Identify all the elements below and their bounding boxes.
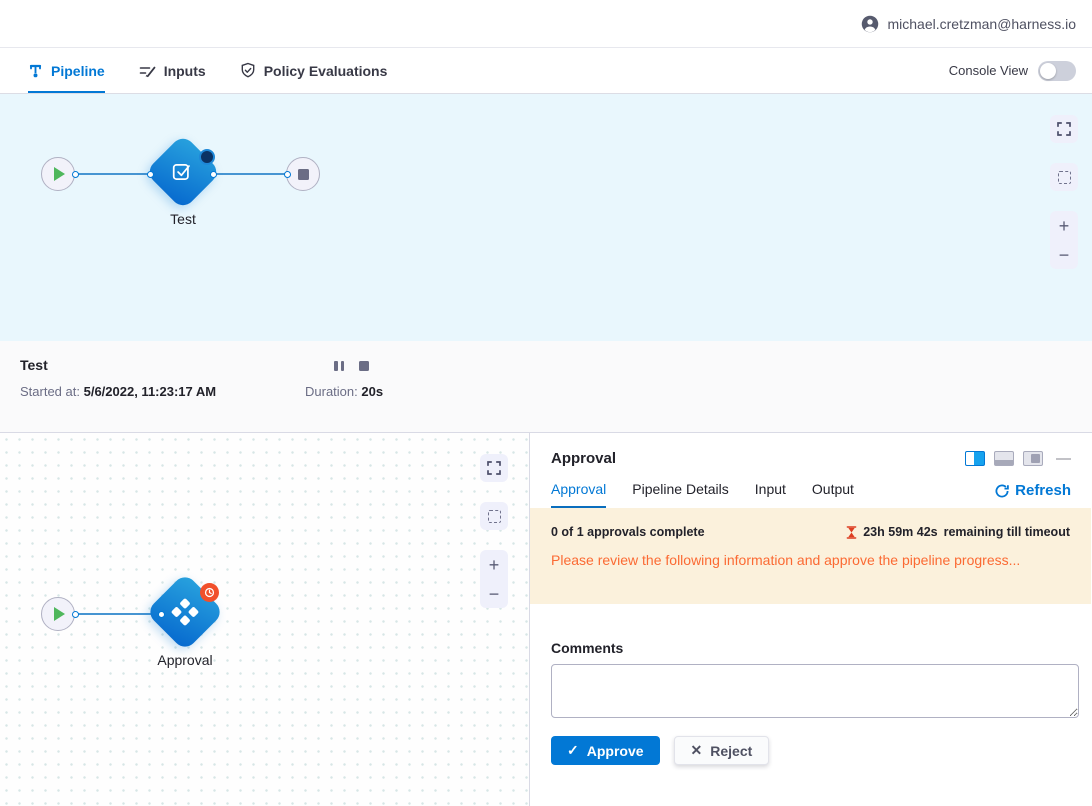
main-tab-bar: Pipeline Inputs Policy Evaluations: [0, 48, 1092, 94]
zoom-out-button[interactable]: −: [1050, 240, 1078, 269]
edge-connector-dot: [72, 171, 79, 178]
started-at: Started at: 5/6/2022, 11:23:17 AM: [20, 384, 216, 399]
zoom-in-button[interactable]: +: [480, 550, 508, 579]
reject-label: Reject: [710, 743, 752, 759]
play-icon: [54, 607, 65, 621]
stage-status-badge: [199, 149, 215, 165]
play-icon: [54, 167, 65, 181]
refresh-button[interactable]: Refresh: [995, 482, 1071, 508]
selection-icon: [488, 510, 501, 523]
pause-button[interactable]: [334, 361, 344, 371]
tab-policy-label: Policy Evaluations: [264, 63, 388, 79]
panel-tab-output[interactable]: Output: [812, 481, 854, 508]
layout-split-view-icon[interactable]: [965, 451, 985, 466]
edge-connector-dot: [210, 171, 217, 178]
timeout-text: remaining till timeout: [944, 525, 1070, 539]
user-menu[interactable]: michael.cretzman@harness.io: [861, 15, 1076, 33]
toggle-knob: [1040, 63, 1056, 79]
step-node-label: Approval: [145, 652, 225, 668]
reject-button[interactable]: ✕ Reject: [674, 736, 770, 765]
pipeline-start-node[interactable]: [41, 157, 75, 191]
stage-graph-canvas[interactable]: Test + −: [0, 94, 1092, 341]
approvals-status: 0 of 1 approvals complete: [551, 525, 705, 539]
pipeline-icon: [28, 63, 43, 79]
execution-info-strip: Test Started at: 5/6/2022, 11:23:17 AM D…: [0, 341, 1092, 433]
shield-check-icon: [240, 62, 256, 79]
execution-title: Test: [20, 357, 48, 373]
stop-icon: [298, 169, 309, 180]
tab-pipeline[interactable]: Pipeline: [28, 48, 105, 93]
tab-pipeline-label: Pipeline: [51, 63, 105, 79]
console-view-toggle[interactable]: [1038, 61, 1076, 81]
approval-banner: 0 of 1 approvals complete 23h 59m 42s re…: [530, 508, 1091, 604]
refresh-icon: [995, 484, 1009, 498]
approve-label: Approve: [587, 743, 644, 759]
layout-right-view-icon[interactable]: [1023, 451, 1043, 466]
edge-connector-dot: [158, 611, 165, 618]
canvas-expand-button[interactable]: [1050, 115, 1078, 143]
approval-message: Please review the following information …: [551, 552, 1070, 568]
edge-connector-dot: [72, 611, 79, 618]
panel-title: Approval: [551, 450, 616, 467]
selection-icon: [1058, 171, 1071, 184]
panel-minimize-button[interactable]: —: [1056, 451, 1071, 466]
user-email: michael.cretzman@harness.io: [887, 16, 1076, 32]
comments-label: Comments: [551, 640, 1079, 656]
approve-button[interactable]: ✓ Approve: [551, 736, 660, 765]
duration-value: 20s: [361, 384, 383, 399]
top-bar: michael.cretzman@harness.io: [0, 0, 1092, 48]
edge-test-to-end: [208, 173, 290, 175]
canvas-zoom-controls: + −: [1050, 211, 1078, 269]
panel-tab-approval[interactable]: Approval: [551, 481, 606, 508]
x-icon: ✕: [691, 742, 703, 759]
zoom-in-button[interactable]: +: [1050, 211, 1078, 240]
tab-inputs[interactable]: Inputs: [139, 48, 206, 93]
tab-policy-evaluations[interactable]: Policy Evaluations: [240, 48, 388, 93]
refresh-label: Refresh: [1015, 482, 1071, 499]
console-view-label: Console View: [949, 63, 1028, 78]
tab-inputs-label: Inputs: [164, 63, 206, 79]
comments-input[interactable]: [551, 664, 1079, 718]
time-remaining: 23h 59m 42s: [863, 525, 937, 539]
stage-node-label: Test: [143, 211, 223, 227]
edge-connector-dot: [147, 171, 154, 178]
canvas-expand-button[interactable]: [480, 454, 508, 482]
step-graph-canvas[interactable]: Approval + −: [0, 433, 530, 806]
canvas-select-button[interactable]: [480, 502, 508, 530]
check-icon: ✓: [567, 742, 579, 759]
panel-tab-input[interactable]: Input: [755, 481, 786, 508]
started-at-value: 5/6/2022, 11:23:17 AM: [84, 384, 217, 399]
pipeline-end-node[interactable]: [286, 157, 320, 191]
step-start-node[interactable]: [41, 597, 75, 631]
zoom-out-button[interactable]: −: [480, 579, 508, 608]
canvas-zoom-controls: + −: [480, 550, 508, 608]
layout-bottom-view-icon[interactable]: [994, 451, 1014, 466]
waiting-clock-badge: [200, 583, 219, 602]
step-details-panel: Approval — Approval Pipeline Details Inp…: [530, 433, 1091, 806]
edge-connector-dot: [284, 171, 291, 178]
abort-button[interactable]: [359, 361, 369, 371]
canvas-select-button[interactable]: [1050, 163, 1078, 191]
hourglass-icon: [846, 526, 857, 539]
panel-tab-bar: Approval Pipeline Details Input Output R…: [530, 467, 1091, 508]
started-at-label: Started at:: [20, 384, 80, 399]
duration-label: Duration:: [305, 384, 358, 399]
duration: Duration: 20s: [305, 384, 383, 399]
panel-tab-pipeline-details[interactable]: Pipeline Details: [632, 481, 729, 508]
user-avatar-icon: [861, 15, 879, 33]
inputs-icon: [139, 63, 156, 79]
